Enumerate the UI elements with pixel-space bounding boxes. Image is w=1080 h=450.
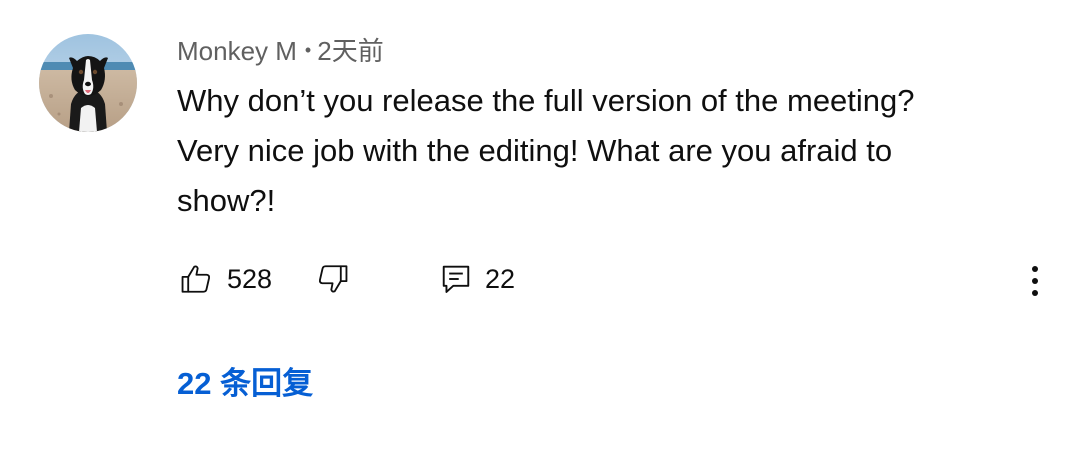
thumbs-down-icon <box>318 265 348 293</box>
meta-separator: • <box>304 40 312 60</box>
dislike-button[interactable] <box>316 254 350 304</box>
comment-text-line: Why don’t you release the full version o… <box>177 83 915 118</box>
like-button[interactable]: 528 <box>179 254 272 304</box>
reply-button[interactable]: 22 <box>441 254 515 304</box>
comment-time[interactable]: 2天前 <box>317 36 383 66</box>
comment-card: Monkey M • 2天前 Why don’t you release the f… <box>0 0 1080 450</box>
comment-text-line: show?! <box>177 183 276 218</box>
reply-count: 22 <box>485 263 516 294</box>
avatar-dog-photo <box>39 34 137 132</box>
view-replies-link[interactable]: 22 条回复 <box>177 362 313 406</box>
comment-text-line: Very nice job with the editing! What are… <box>177 133 893 168</box>
like-count: 528 <box>227 263 273 294</box>
comment-text: Why don’t you release the full version o… <box>177 76 1037 226</box>
thumbs-up-icon <box>181 265 211 293</box>
comment-meta: Monkey M • 2天前 <box>177 33 384 72</box>
more-options-button[interactable] <box>1022 254 1048 304</box>
avatar[interactable] <box>39 34 137 132</box>
more-vertical-icon <box>1032 266 1038 296</box>
author-name[interactable]: Monkey M <box>177 36 297 66</box>
comment-actions: 528 22 <box>0 254 1080 304</box>
comment-icon <box>442 265 470 293</box>
